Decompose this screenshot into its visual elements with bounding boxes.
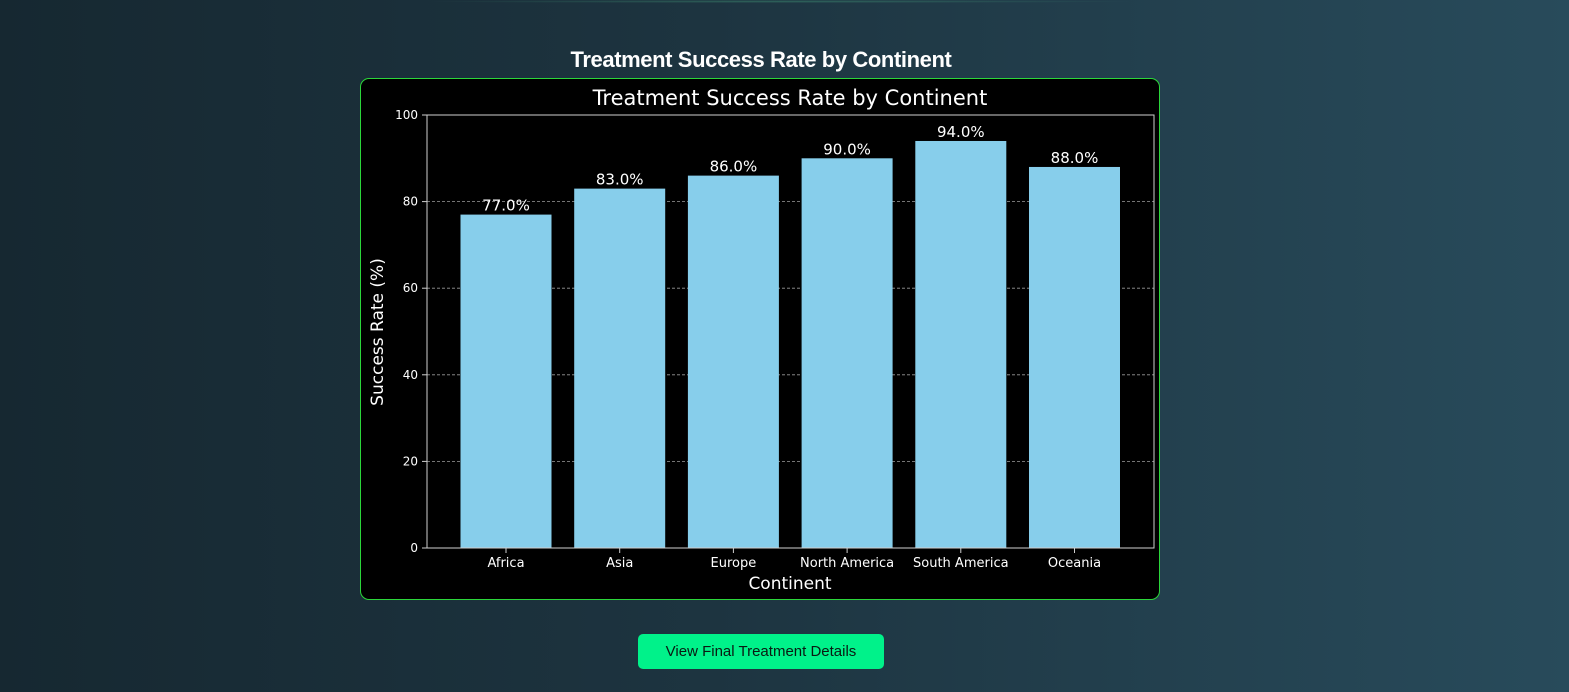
bar-north-america — [801, 158, 893, 549]
bar-value-label: 88.0% — [1051, 149, 1099, 167]
y-tick-label: 60 — [403, 281, 418, 295]
x-tick-label: Oceania — [1048, 556, 1101, 571]
x-tick-label: Africa — [487, 556, 524, 571]
chart-title: Treatment Success Rate by Continent — [592, 86, 988, 110]
page-title: Treatment Success Rate by Continent — [570, 46, 952, 72]
bar-value-label: 94.0% — [937, 123, 985, 141]
bar-value-label: 77.0% — [482, 197, 530, 215]
bars — [460, 140, 1120, 549]
bar-chart: Treatment Success Rate by Continent Succ… — [368, 86, 1155, 594]
view-final-treatment-details-button[interactable]: View Final Treatment Details — [638, 634, 884, 669]
y-tick-label: 20 — [403, 454, 418, 468]
x-tick-label: South America — [913, 556, 1009, 571]
y-tick-label: 0 — [410, 541, 418, 555]
top-glow-decoration — [420, 0, 1140, 3]
bar-value-label: 83.0% — [596, 171, 644, 189]
y-tick-label: 80 — [403, 195, 418, 209]
bar-europe — [687, 175, 779, 548]
x-tick-label: North America — [800, 556, 894, 571]
bar-asia — [574, 188, 666, 549]
y-tick-label: 100 — [395, 108, 418, 122]
y-tick-label: 40 — [403, 368, 418, 382]
y-axis-label: Success Rate (%) — [368, 258, 388, 406]
x-axis-label: Continent — [748, 574, 831, 594]
x-tick-label: Asia — [606, 556, 633, 571]
bar-south-america — [915, 140, 1007, 549]
x-tick-label: Europe — [711, 556, 757, 571]
bar-value-label: 86.0% — [710, 158, 758, 176]
bar-africa — [460, 214, 552, 548]
bar-value-label: 90.0% — [823, 140, 871, 158]
chart-panel: Treatment Success Rate by Continent Succ… — [360, 78, 1160, 600]
bar-oceania — [1029, 166, 1120, 548]
